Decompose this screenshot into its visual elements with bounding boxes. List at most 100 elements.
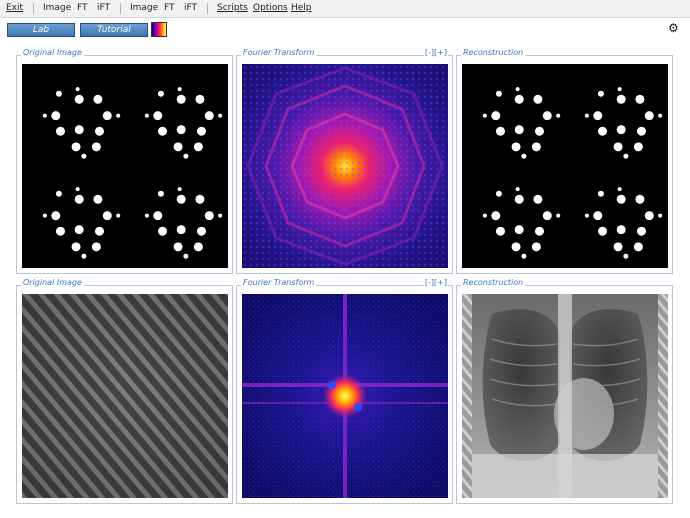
panel-title: Original Image — [21, 278, 84, 287]
pattern-dot — [597, 126, 607, 136]
pattern-dot — [176, 125, 186, 135]
pattern-dot — [491, 211, 501, 221]
pattern-dot — [102, 111, 112, 121]
original-image-canvas-2[interactable] — [22, 294, 228, 498]
pattern-dot — [196, 226, 206, 236]
tutorial-button[interactable]: Tutorial — [80, 23, 148, 37]
pattern-dot — [597, 190, 604, 197]
pattern-dot — [177, 87, 182, 92]
lab-button[interactable]: Lab — [7, 23, 75, 37]
pattern-dot — [514, 194, 524, 204]
menu-ft-2[interactable]: FT — [164, 3, 175, 13]
fourier-panel-1: Fourier Transform [-][+] — [236, 48, 453, 274]
pattern-dot — [75, 187, 80, 192]
pattern-dot — [176, 194, 186, 204]
panel-title: Fourier Transform — [241, 48, 317, 57]
pattern-dot — [74, 225, 84, 235]
panel-title: Fourier Transform — [241, 278, 317, 287]
pattern-dot — [616, 225, 626, 235]
pattern-dot — [514, 94, 524, 104]
reconstruction-canvas-2[interactable] — [462, 294, 668, 498]
pattern-dot — [515, 87, 520, 92]
pattern-dot — [91, 142, 101, 152]
pattern-dot — [636, 226, 646, 236]
pattern-dot — [533, 94, 543, 104]
pattern-dot — [597, 226, 607, 236]
original-image-canvas-1[interactable] — [22, 64, 228, 268]
menu-help[interactable]: Help — [291, 3, 312, 13]
pattern-dot — [534, 126, 544, 136]
menu-ift-1[interactable]: iFT — [97, 3, 110, 13]
reconstruction-panel-2: Reconstruction — [456, 278, 673, 504]
pattern-dot — [183, 253, 189, 259]
colormap-button[interactable] — [151, 22, 167, 37]
fourier-spectrum-image — [242, 64, 448, 268]
pattern-dot — [534, 226, 544, 236]
reconstruction-canvas-1[interactable] — [462, 64, 668, 268]
pattern-dot — [495, 90, 502, 97]
pattern-dot — [94, 126, 104, 136]
pattern-dot — [635, 194, 645, 204]
gear-icon[interactable]: ⚙ — [668, 21, 679, 35]
pattern-dot — [193, 142, 203, 152]
pattern-dot — [81, 253, 87, 259]
fourier-canvas-2[interactable] — [242, 294, 448, 498]
pattern-dot — [42, 213, 47, 218]
zoom-controls[interactable]: [-][+] — [423, 278, 448, 287]
zoom-controls[interactable]: [-][+] — [423, 48, 448, 57]
pattern-dot — [613, 242, 623, 252]
pattern-dot — [644, 211, 654, 221]
pattern-dot — [593, 111, 603, 121]
menu-options[interactable]: Options — [253, 3, 288, 13]
menu-bar: Exit Image FT iFT Image FT iFT Scripts O… — [0, 0, 690, 18]
pattern-dot — [584, 213, 589, 218]
panel-title: Original Image — [21, 48, 84, 57]
pattern-dot — [521, 153, 527, 159]
pattern-dot — [593, 211, 603, 221]
pattern-dot — [514, 125, 524, 135]
pattern-dot — [531, 142, 541, 152]
pattern-dot — [173, 142, 183, 152]
pattern-dot — [491, 111, 501, 121]
menu-separator — [207, 3, 208, 14]
striped-xray-image — [22, 294, 228, 498]
menu-ift-2[interactable]: iFT — [184, 3, 197, 13]
pattern-dot — [584, 113, 589, 118]
menu-separator — [120, 3, 121, 14]
menu-ft-1[interactable]: FT — [77, 3, 88, 13]
menu-image-1[interactable]: Image — [43, 3, 71, 13]
pattern-dot — [542, 111, 552, 121]
menu-exit[interactable]: Exit — [6, 3, 23, 13]
pattern-dot — [633, 142, 643, 152]
pattern-dot — [102, 211, 112, 221]
pattern-dot — [218, 113, 223, 118]
pattern-dot — [116, 213, 121, 218]
pattern-dot — [157, 126, 167, 136]
pattern-dot — [514, 225, 524, 235]
pattern-dot — [616, 94, 626, 104]
pattern-dot — [623, 153, 629, 159]
pattern-dot — [495, 226, 505, 236]
pattern-dot — [617, 87, 622, 92]
pattern-dot — [81, 153, 87, 159]
menu-image-2[interactable]: Image — [130, 3, 158, 13]
pattern-dot — [157, 190, 164, 197]
pattern-dot — [157, 90, 164, 97]
chest-xray-image — [462, 294, 668, 498]
menu-scripts[interactable]: Scripts — [217, 3, 248, 13]
pattern-dot — [533, 194, 543, 204]
menu-separator — [33, 3, 34, 14]
pattern-dot — [94, 226, 104, 236]
pattern-dot — [542, 211, 552, 221]
pattern-dot — [55, 190, 62, 197]
pattern-dot — [153, 111, 163, 121]
pattern-dot — [55, 226, 65, 236]
fourier-canvas-1[interactable] — [242, 64, 448, 268]
dot-pattern-image — [22, 64, 228, 268]
pattern-dot — [495, 126, 505, 136]
pattern-dot — [556, 113, 561, 118]
pattern-dot — [495, 190, 502, 197]
pattern-dot — [511, 142, 521, 152]
pattern-dot — [616, 125, 626, 135]
pattern-dot — [196, 126, 206, 136]
